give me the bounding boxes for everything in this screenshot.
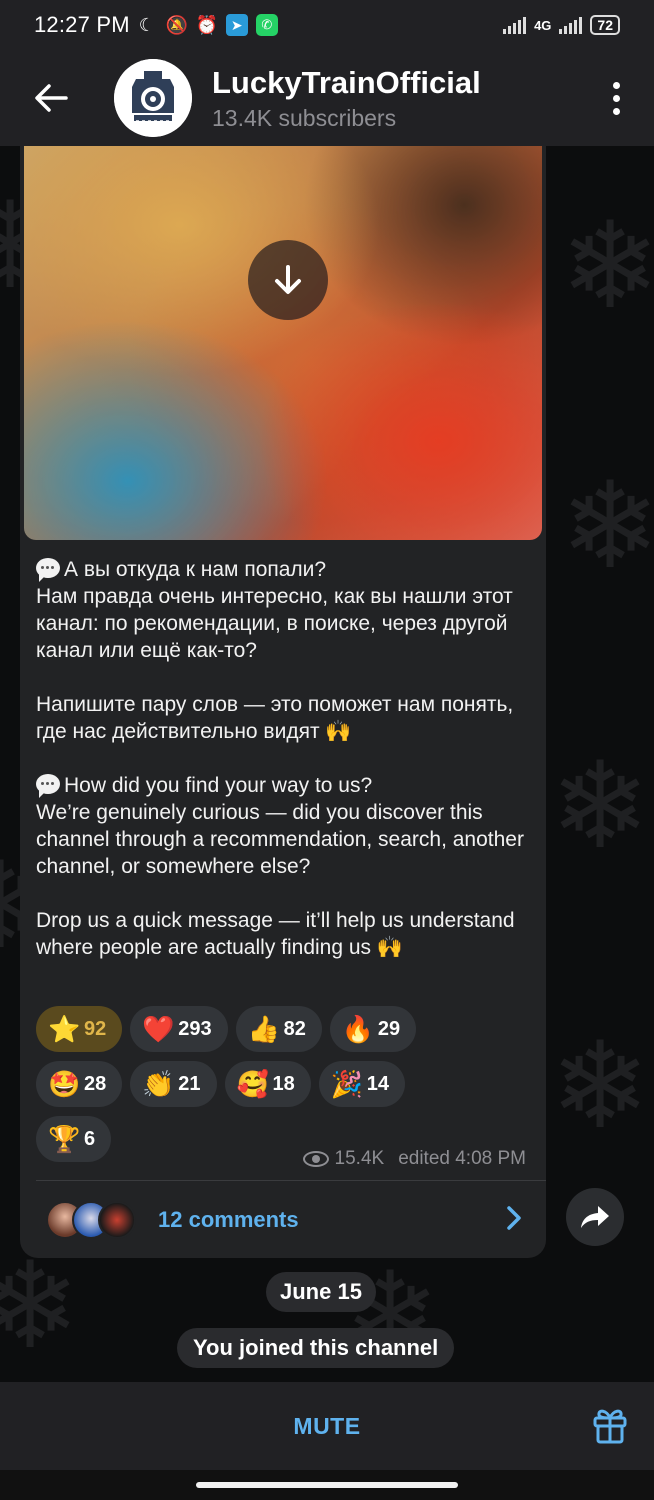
party-popper-icon: 🎉 xyxy=(330,1069,364,1099)
share-button[interactable] xyxy=(566,1188,624,1246)
edited-time: edited 4:08 PM xyxy=(398,1148,526,1169)
reaction-count: 18 xyxy=(272,1072,295,1095)
alarm-icon: ⏰ xyxy=(195,14,218,35)
mute-button[interactable]: MUTE xyxy=(293,1413,360,1440)
reaction-count: 92 xyxy=(84,1017,107,1040)
message-bubble[interactable]: А вы откуда к нам попали? Нам правда оче… xyxy=(20,146,546,1258)
divider xyxy=(36,1180,546,1181)
message-paragraph: А вы откуда к нам попали? Нам правда оче… xyxy=(36,556,536,664)
gift-icon[interactable] xyxy=(592,1406,628,1444)
more-menu-icon[interactable] xyxy=(613,81,620,115)
blurred-media-preview[interactable] xyxy=(24,146,542,540)
joined-channel-notice: You joined this channel xyxy=(177,1328,455,1368)
chevron-right-icon xyxy=(506,1205,522,1236)
reaction-trophy[interactable]: 🏆 6 xyxy=(36,1116,112,1162)
reaction-count: 14 xyxy=(366,1072,389,1095)
reaction-thumbs-up[interactable]: 👍 82 xyxy=(235,1006,322,1052)
chat-area[interactable]: ❄ ❄ ❄ ❄ ❄ ❄ ❄ ❄ А вы откуда к нам попали… xyxy=(0,146,654,1382)
star-struck-icon: 🤩 xyxy=(48,1069,81,1099)
thumbs-up-icon: 👍 xyxy=(247,1014,280,1044)
share-arrow-icon xyxy=(581,1206,609,1228)
chat-header: LuckyTrainOfficial 13.4K subscribers xyxy=(0,50,654,146)
message-text: А вы откуда к нам попали? Нам правда оче… xyxy=(36,556,536,988)
channel-avatar[interactable] xyxy=(114,59,192,137)
comments-count-label: 12 comments xyxy=(158,1207,299,1232)
reaction-count: 21 xyxy=(178,1072,201,1095)
status-bar: 12:27 PM ☾ 🔕 ⏰ ➤ ✆ 4G 72 xyxy=(0,0,654,50)
fire-icon: 🔥 xyxy=(341,1014,375,1044)
eye-icon xyxy=(302,1151,329,1167)
smiling-hearts-icon: 🥰 xyxy=(236,1069,269,1099)
snowflake-pattern: ❄ xyxy=(560,199,654,333)
system-nav-bar xyxy=(0,1470,654,1500)
reaction-count: 82 xyxy=(283,1017,306,1040)
comments-button[interactable]: 12 comments xyxy=(20,1192,546,1248)
reaction-count: 28 xyxy=(84,1072,107,1095)
commenter-avatar xyxy=(98,1201,136,1239)
reaction-smiling-hearts[interactable]: 🥰 18 xyxy=(224,1061,311,1107)
bell-off-icon: 🔕 xyxy=(165,14,188,35)
snowflake-pattern: ❄ xyxy=(0,1239,81,1373)
message-paragraph-3-text: How did you find your way to us? We’re g… xyxy=(36,774,524,878)
speech-bubble-icon xyxy=(36,558,60,582)
back-arrow-icon[interactable] xyxy=(26,73,76,123)
reaction-count: 293 xyxy=(178,1017,212,1040)
trophy-icon: 🏆 xyxy=(48,1124,81,1154)
date-separator: June 15 xyxy=(266,1272,376,1312)
telegram-icon: ➤ xyxy=(225,14,248,36)
download-button[interactable] xyxy=(248,240,328,320)
speech-bubble-icon xyxy=(36,774,60,798)
subscriber-count: 13.4K subscribers xyxy=(212,104,397,131)
wifi-signal-icon xyxy=(503,16,527,34)
message-meta: 15.4K edited 4:08 PM xyxy=(302,1148,526,1170)
snowflake-pattern: ❄ xyxy=(550,1019,651,1153)
cell-signal-icon xyxy=(559,16,583,34)
bottom-bar: MUTE xyxy=(0,1382,654,1470)
view-count: 15.4K xyxy=(334,1148,385,1169)
heart-icon: ❤️ xyxy=(142,1014,175,1044)
message-paragraph: Drop us a quick message — it’ll help us … xyxy=(36,909,515,959)
reaction-star-struck[interactable]: 🤩 28 xyxy=(36,1061,123,1107)
reaction-star[interactable]: ⭐ 92 xyxy=(36,1006,123,1052)
star-icon: ⭐ xyxy=(48,1014,81,1044)
moon-icon: ☾ xyxy=(138,14,155,35)
reactions-panel: ⭐ 92 ❤️ 293 👍 82 🔥 29 🤩 28 👏 21 🥰 18 🎉 14 🏆 6 xyxy=(36,1006,536,1171)
battery-icon: 72 xyxy=(590,15,620,35)
status-time: 12:27 PM xyxy=(34,12,130,37)
reaction-party[interactable]: 🎉 14 xyxy=(318,1061,405,1107)
message-paragraph: How did you find your way to us? We’re g… xyxy=(36,772,536,880)
reaction-count: 6 xyxy=(84,1127,96,1150)
home-indicator[interactable] xyxy=(196,1482,458,1488)
message-paragraph: Напишите пару слов — это поможет нам пон… xyxy=(36,693,514,743)
reaction-count: 29 xyxy=(377,1017,401,1040)
clap-icon: 👏 xyxy=(142,1069,175,1099)
snowflake-pattern: ❄ xyxy=(550,739,651,873)
reaction-fire[interactable]: 🔥 29 xyxy=(329,1006,417,1052)
reaction-heart[interactable]: ❤️ 293 xyxy=(130,1006,228,1052)
channel-title[interactable]: LuckyTrainOfficial xyxy=(212,65,481,101)
snowflake-pattern: ❄ xyxy=(560,459,654,593)
reaction-clap[interactable]: 👏 21 xyxy=(130,1061,217,1107)
message-paragraph-1-text: А вы откуда к нам попали? Нам правда оче… xyxy=(36,558,513,662)
network-label: 4G xyxy=(534,17,552,33)
whatsapp-icon: ✆ xyxy=(255,14,278,36)
